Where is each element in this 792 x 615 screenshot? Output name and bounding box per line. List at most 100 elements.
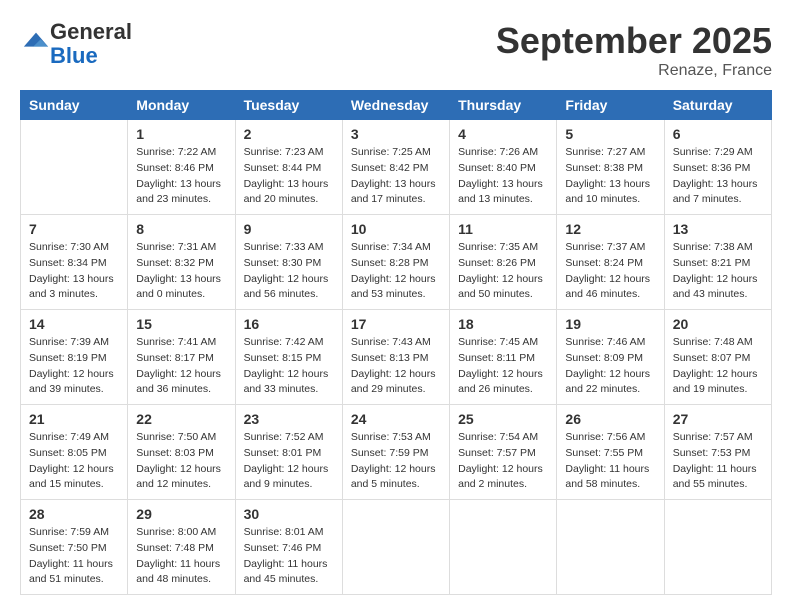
day-info: Sunrise: 7:37 AM Sunset: 8:24 PM Dayligh… — [565, 240, 655, 303]
day-number: 5 — [565, 126, 655, 142]
calendar-day-cell: 8 Sunrise: 7:31 AM Sunset: 8:32 PM Daylig… — [128, 215, 235, 310]
calendar-day-cell: 23 Sunrise: 7:52 AM Sunset: 8:01 PM Dayli… — [235, 405, 342, 500]
day-info: Sunrise: 7:30 AM Sunset: 8:34 PM Dayligh… — [29, 240, 119, 303]
day-number: 12 — [565, 221, 655, 237]
calendar-day-cell: 24 Sunrise: 7:53 AM Sunset: 7:59 PM Dayli… — [342, 405, 449, 500]
day-number: 6 — [673, 126, 763, 142]
weekday-header: Sunday — [21, 91, 128, 120]
day-info: Sunrise: 7:42 AM Sunset: 8:15 PM Dayligh… — [244, 335, 334, 398]
calendar-day-cell: 30 Sunrise: 8:01 AM Sunset: 7:46 PM Dayli… — [235, 500, 342, 595]
calendar-day-cell: 20 Sunrise: 7:48 AM Sunset: 8:07 PM Dayli… — [664, 310, 771, 405]
day-number: 15 — [136, 316, 226, 332]
calendar-day-cell: 10 Sunrise: 7:34 AM Sunset: 8:28 PM Dayli… — [342, 215, 449, 310]
weekday-header: Tuesday — [235, 91, 342, 120]
day-info: Sunrise: 7:59 AM Sunset: 7:50 PM Dayligh… — [29, 525, 119, 588]
day-info: Sunrise: 7:45 AM Sunset: 8:11 PM Dayligh… — [458, 335, 548, 398]
day-number: 25 — [458, 411, 548, 427]
calendar-day-cell: 19 Sunrise: 7:46 AM Sunset: 8:09 PM Dayli… — [557, 310, 664, 405]
day-number: 17 — [351, 316, 441, 332]
day-number: 21 — [29, 411, 119, 427]
day-info: Sunrise: 7:26 AM Sunset: 8:40 PM Dayligh… — [458, 145, 548, 208]
day-number: 9 — [244, 221, 334, 237]
calendar-week-row: 7Sunrise: 7:30 AM Sunset: 8:34 PM Daylig… — [21, 215, 772, 310]
day-info: Sunrise: 7:46 AM Sunset: 8:09 PM Dayligh… — [565, 335, 655, 398]
calendar-day-cell — [557, 500, 664, 595]
day-info: Sunrise: 7:50 AM Sunset: 8:03 PM Dayligh… — [136, 430, 226, 493]
calendar-day-cell: 14 Sunrise: 7:39 AM Sunset: 8:19 PM Dayli… — [21, 310, 128, 405]
calendar-day-cell: 25 Sunrise: 7:54 AM Sunset: 7:57 PM Dayli… — [450, 405, 557, 500]
day-number: 8 — [136, 221, 226, 237]
day-number: 30 — [244, 506, 334, 522]
calendar-day-cell: 4Sunrise: 7:26 AM Sunset: 8:40 PM Daylig… — [450, 120, 557, 215]
logo-blue: Blue — [50, 43, 98, 68]
calendar-day-cell: 1Sunrise: 7:22 AM Sunset: 8:46 PM Daylig… — [128, 120, 235, 215]
day-number: 3 — [351, 126, 441, 142]
calendar-day-cell: 7Sunrise: 7:30 AM Sunset: 8:34 PM Daylig… — [21, 215, 128, 310]
day-info: Sunrise: 8:01 AM Sunset: 7:46 PM Dayligh… — [244, 525, 334, 588]
day-number: 26 — [565, 411, 655, 427]
day-info: Sunrise: 7:54 AM Sunset: 7:57 PM Dayligh… — [458, 430, 548, 493]
calendar-header-row: SundayMondayTuesdayWednesdayThursdayFrid… — [21, 91, 772, 120]
logo-general: General — [50, 19, 132, 44]
day-info: Sunrise: 7:56 AM Sunset: 7:55 PM Dayligh… — [565, 430, 655, 493]
day-info: Sunrise: 7:25 AM Sunset: 8:42 PM Dayligh… — [351, 145, 441, 208]
day-number: 10 — [351, 221, 441, 237]
title-block: September 2025 Renaze, France — [496, 20, 772, 80]
day-number: 27 — [673, 411, 763, 427]
calendar-day-cell — [21, 120, 128, 215]
day-number: 29 — [136, 506, 226, 522]
day-number: 16 — [244, 316, 334, 332]
calendar-week-row: 1Sunrise: 7:22 AM Sunset: 8:46 PM Daylig… — [21, 120, 772, 215]
calendar-day-cell: 15Sunrise: 7:41 AM Sunset: 8:17 PM Dayli… — [128, 310, 235, 405]
day-number: 24 — [351, 411, 441, 427]
calendar-day-cell: 13Sunrise: 7:38 AM Sunset: 8:21 PM Dayli… — [664, 215, 771, 310]
day-info: Sunrise: 8:00 AM Sunset: 7:48 PM Dayligh… — [136, 525, 226, 588]
weekday-header: Thursday — [450, 91, 557, 120]
day-number: 11 — [458, 221, 548, 237]
logo-icon — [22, 28, 50, 56]
day-info: Sunrise: 7:31 AM Sunset: 8:32 PM Dayligh… — [136, 240, 226, 303]
calendar-day-cell: 22Sunrise: 7:50 AM Sunset: 8:03 PM Dayli… — [128, 405, 235, 500]
calendar-day-cell: 17 Sunrise: 7:43 AM Sunset: 8:13 PM Dayli… — [342, 310, 449, 405]
day-info: Sunrise: 7:29 AM Sunset: 8:36 PM Dayligh… — [673, 145, 763, 208]
day-number: 13 — [673, 221, 763, 237]
day-info: Sunrise: 7:39 AM Sunset: 8:19 PM Dayligh… — [29, 335, 119, 398]
calendar-day-cell: 6 Sunrise: 7:29 AM Sunset: 8:36 PM Daylig… — [664, 120, 771, 215]
day-number: 19 — [565, 316, 655, 332]
day-number: 1 — [136, 126, 226, 142]
calendar-day-cell: 16 Sunrise: 7:42 AM Sunset: 8:15 PM Dayli… — [235, 310, 342, 405]
page-header: General Blue September 2025 Renaze, Fran… — [20, 20, 772, 80]
day-info: Sunrise: 7:48 AM Sunset: 8:07 PM Dayligh… — [673, 335, 763, 398]
day-info: Sunrise: 7:53 AM Sunset: 7:59 PM Dayligh… — [351, 430, 441, 493]
month-title: September 2025 — [496, 20, 772, 62]
day-info: Sunrise: 7:49 AM Sunset: 8:05 PM Dayligh… — [29, 430, 119, 493]
day-info: Sunrise: 7:52 AM Sunset: 8:01 PM Dayligh… — [244, 430, 334, 493]
day-number: 18 — [458, 316, 548, 332]
calendar-day-cell — [450, 500, 557, 595]
calendar-day-cell: 26 Sunrise: 7:56 AM Sunset: 7:55 PM Dayli… — [557, 405, 664, 500]
day-number: 2 — [244, 126, 334, 142]
day-number: 23 — [244, 411, 334, 427]
day-number: 28 — [29, 506, 119, 522]
calendar-day-cell: 21 Sunrise: 7:49 AM Sunset: 8:05 PM Dayli… — [21, 405, 128, 500]
day-info: Sunrise: 7:27 AM Sunset: 8:38 PM Dayligh… — [565, 145, 655, 208]
calendar-table: SundayMondayTuesdayWednesdayThursdayFrid… — [20, 90, 772, 595]
day-info: Sunrise: 7:23 AM Sunset: 8:44 PM Dayligh… — [244, 145, 334, 208]
weekday-header: Saturday — [664, 91, 771, 120]
calendar-day-cell: 11Sunrise: 7:35 AM Sunset: 8:26 PM Dayli… — [450, 215, 557, 310]
weekday-header: Monday — [128, 91, 235, 120]
calendar-day-cell: 18 Sunrise: 7:45 AM Sunset: 8:11 PM Dayli… — [450, 310, 557, 405]
day-info: Sunrise: 7:33 AM Sunset: 8:30 PM Dayligh… — [244, 240, 334, 303]
calendar-week-row: 21 Sunrise: 7:49 AM Sunset: 8:05 PM Dayli… — [21, 405, 772, 500]
day-info: Sunrise: 7:34 AM Sunset: 8:28 PM Dayligh… — [351, 240, 441, 303]
calendar-day-cell: 28 Sunrise: 7:59 AM Sunset: 7:50 PM Dayli… — [21, 500, 128, 595]
day-info: Sunrise: 7:43 AM Sunset: 8:13 PM Dayligh… — [351, 335, 441, 398]
calendar-day-cell: 5 Sunrise: 7:27 AM Sunset: 8:38 PM Daylig… — [557, 120, 664, 215]
calendar-day-cell: 9 Sunrise: 7:33 AM Sunset: 8:30 PM Daylig… — [235, 215, 342, 310]
calendar-day-cell: 3 Sunrise: 7:25 AM Sunset: 8:42 PM Daylig… — [342, 120, 449, 215]
calendar-day-cell: 27Sunrise: 7:57 AM Sunset: 7:53 PM Dayli… — [664, 405, 771, 500]
day-number: 14 — [29, 316, 119, 332]
day-number: 20 — [673, 316, 763, 332]
logo: General Blue — [20, 20, 132, 68]
calendar-day-cell: 29 Sunrise: 8:00 AM Sunset: 7:48 PM Dayli… — [128, 500, 235, 595]
